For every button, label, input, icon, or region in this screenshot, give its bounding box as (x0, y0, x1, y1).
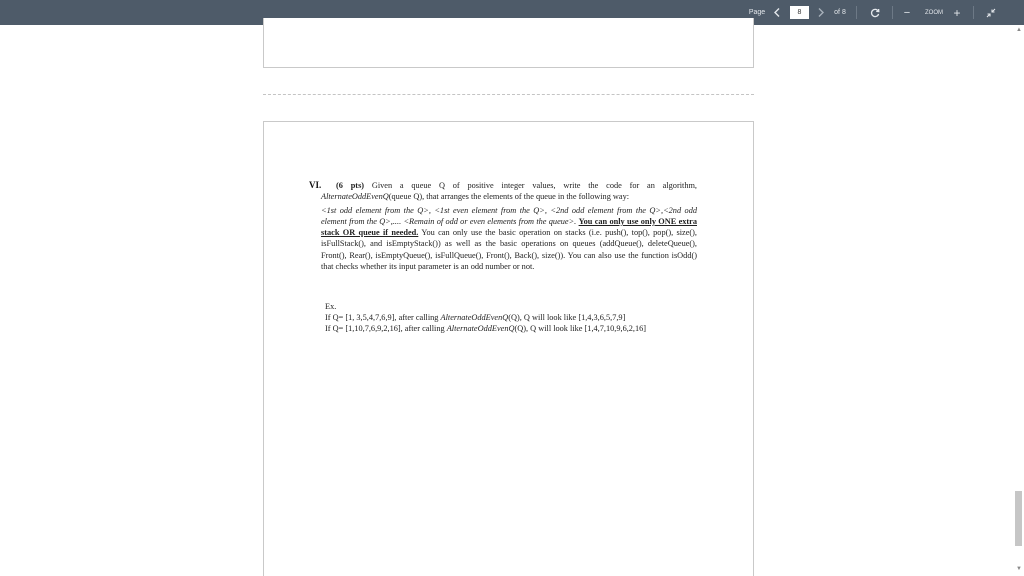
collapse-arrows-icon (986, 8, 996, 17)
function-name: AlternateOddEvenQ (321, 192, 389, 202)
examples-block: Ex. If Q= [1, 3,5,4,7,6,9], after callin… (325, 301, 715, 334)
page-number-input[interactable] (790, 6, 809, 19)
example-1-result: (Q), Q will look like [1,4,3,6,5,7,9] (508, 313, 626, 322)
zoom-in-button[interactable]: + (950, 0, 964, 25)
scroll-down-button[interactable]: ▼ (1014, 566, 1024, 574)
example-2-result: (Q), Q will look like [1,4,7,10,9,6,2,16… (514, 324, 647, 333)
example-line-2: If Q= [1,10,7,6,9,2,16], after calling A… (325, 323, 715, 334)
question-body: (6 pts) Given a queue Q of positive inte… (321, 180, 697, 272)
toolbar-divider (892, 6, 893, 19)
scroll-up-button[interactable]: ▲ (1014, 27, 1024, 35)
previous-page-sheet (263, 18, 754, 68)
next-page-button[interactable] (815, 0, 827, 25)
previous-page-button[interactable] (770, 0, 784, 25)
example-label: Ex. (325, 302, 337, 311)
example-line-1: If Q= [1, 3,5,4,7,6,9], after calling Al… (325, 312, 715, 323)
example-1-input: If Q= [1, 3,5,4,7,6,9], after calling (325, 313, 441, 322)
zoom-label: ZOOM (925, 9, 943, 16)
question-intro-text: Given a queue Q of positive integer valu… (364, 181, 697, 190)
chevron-right-icon (818, 8, 824, 17)
example-2-function: AlternateOddEvenQ (446, 324, 515, 333)
question-intro: (6 pts) Given a queue Q of positive inte… (321, 180, 697, 203)
scrollbar-thumb[interactable] (1015, 491, 1022, 546)
toolbar-divider (856, 6, 857, 19)
chevron-left-icon (774, 8, 780, 17)
refresh-button[interactable] (865, 0, 885, 25)
example-2-input: If Q= [1,10,7,6,9,2,16], after calling (325, 324, 447, 333)
fit-toggle-button[interactable] (983, 0, 999, 25)
question-details: <1st odd element from the Q>, <1st even … (321, 205, 697, 273)
zoom-out-button[interactable]: − (900, 0, 914, 25)
example-1-function: AlternateOddEvenQ (440, 313, 509, 322)
question-points: (6 pts) (336, 181, 365, 190)
page-divider (263, 94, 754, 95)
page-count-label: of 8 (834, 9, 846, 16)
question-number: VI. (309, 180, 322, 190)
toolbar-divider (973, 6, 974, 19)
refresh-icon (870, 8, 880, 17)
function-args: (queue Q), that arranges the elements of… (388, 192, 630, 202)
